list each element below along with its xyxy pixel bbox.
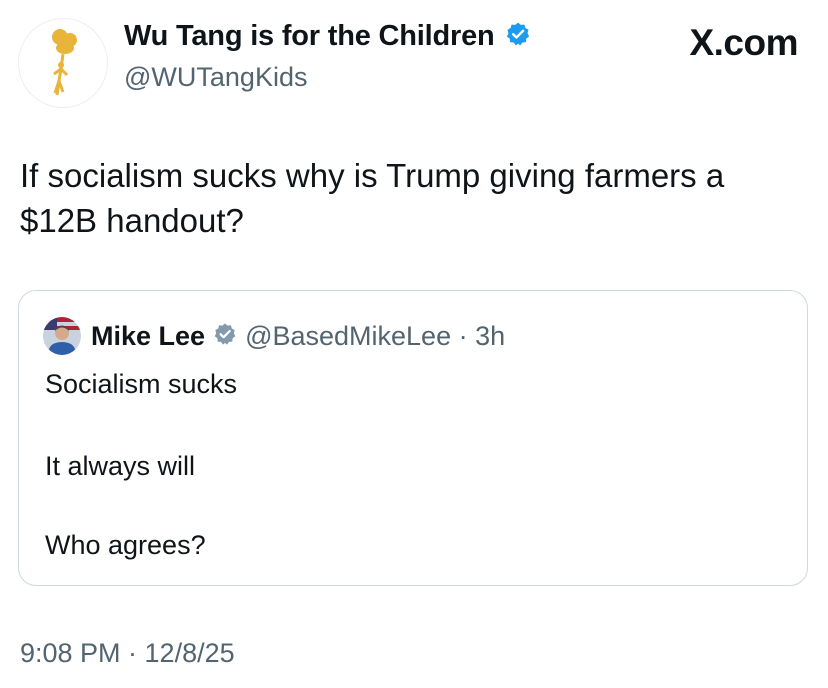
tweet-line: If socialism sucks why is Trump giving f… <box>20 157 725 194</box>
tweet-text: If socialism sucks why is Trump giving f… <box>20 153 800 243</box>
quoted-display-name[interactable]: Mike Lee <box>91 321 205 352</box>
verified-badge-grey-icon <box>213 322 237 351</box>
quoted-tweet-card[interactable]: Mike Lee @BasedMikeLee · 3h Socialism su… <box>18 290 808 586</box>
author-avatar[interactable] <box>18 18 108 108</box>
tweet-line: $12B handout? <box>20 202 244 239</box>
verified-badge-icon <box>505 21 531 52</box>
quoted-text-line: Socialism sucks <box>45 369 238 399</box>
quoted-text-line: Who agrees? <box>45 530 206 560</box>
quoted-handle-time[interactable]: @BasedMikeLee · 3h <box>245 321 505 352</box>
brand-logo: X.com <box>689 22 798 63</box>
quoted-author-avatar[interactable] <box>43 317 81 355</box>
balloon-figure-logo-icon <box>52 29 77 96</box>
author-name-row: Wu Tang is for the Children <box>124 20 531 53</box>
tweet-timestamp[interactable]: 9:08 PM · 12/8/25 <box>20 638 235 669</box>
quoted-text-line: It always will <box>45 451 196 481</box>
author-display-name[interactable]: Wu Tang is for the Children <box>124 20 495 53</box>
quoted-tweet-header: Mike Lee @BasedMikeLee · 3h <box>43 317 505 355</box>
author-handle[interactable]: @WUTangKids <box>124 62 307 93</box>
